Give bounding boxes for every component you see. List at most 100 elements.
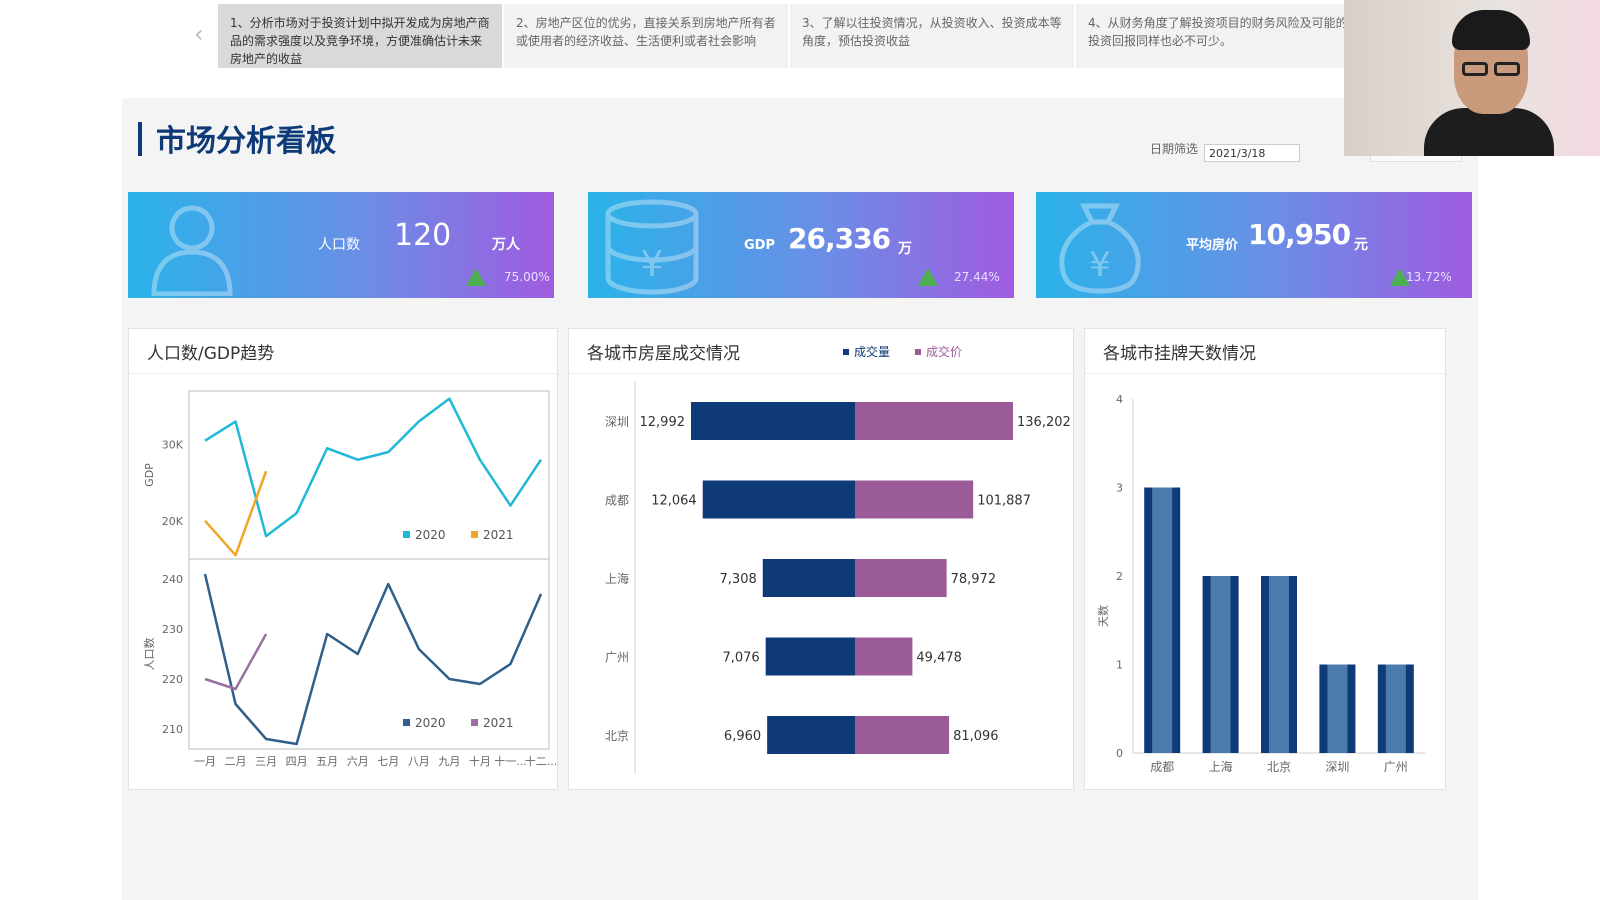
- x-tick-label: 一月: [194, 755, 216, 768]
- x-tick-label: 上海: [1209, 759, 1233, 774]
- bar-volume-北京: [767, 716, 855, 754]
- kpi-unit: 元: [1354, 237, 1368, 253]
- money-bag-icon: ¥: [1059, 203, 1141, 294]
- kpi-unit: 万人: [492, 237, 520, 253]
- glasses-right: [1494, 62, 1520, 76]
- data-label-price: 101,887: [977, 494, 1031, 509]
- x-tick-label: 三月: [255, 755, 277, 768]
- category-label: 成都: [605, 494, 629, 508]
- data-label-price: 136,202: [1017, 415, 1071, 430]
- x-tick-label: 二月: [225, 755, 247, 768]
- trend-chart: 20K 30K GDP 2020 2021 210 220 230 240 人口数 2020 2021…: [143, 390, 558, 768]
- legend-label: 成交价: [926, 344, 962, 359]
- x-tick-label: 十二...: [525, 754, 558, 768]
- tab-strip: 1、分析市场对于投资计划中拟开发成为房地产商品的需求强度以及竞争环境，方便准确估…: [218, 4, 1362, 68]
- bar-price-北京: [855, 716, 950, 754]
- data-label-price: 78,972: [951, 572, 997, 587]
- series-line-2020: [204, 397, 543, 538]
- bar-highlight: [1269, 576, 1289, 753]
- bar-price-成都: [855, 480, 974, 519]
- y-tick-label: 30K: [162, 438, 184, 451]
- kpi-label: 人口数: [318, 237, 360, 253]
- deals-chart: 成交量 成交价深圳 12,992 136,202 成都 12,064 101,887 上海 7,…: [605, 344, 1071, 773]
- category-label: 北京: [605, 729, 629, 743]
- svg-text:¥: ¥: [641, 244, 664, 285]
- legend-swatch: [471, 531, 478, 538]
- data-label-volume: 7,308: [720, 572, 757, 587]
- y-tick-label: 240: [162, 573, 183, 586]
- y-tick-label: 0: [1116, 747, 1123, 760]
- coin-stack-icon: ¥: [605, 199, 699, 295]
- legend-label: 2021: [483, 528, 514, 542]
- y-tick-label: 3: [1116, 482, 1123, 495]
- panel-trend: 人口数/GDP趋势 20K 30K GDP 2020 2021 210 220 230 240 人…: [128, 328, 558, 790]
- bar-volume-深圳: [691, 402, 855, 440]
- legend-label: 成交量: [854, 344, 890, 359]
- kpi-label: 平均房价: [1186, 238, 1239, 253]
- x-tick-label: 八月: [408, 755, 430, 768]
- x-tick-label: 十月: [469, 754, 491, 768]
- tab-1[interactable]: 1、分析市场对于投资计划中拟开发成为房地产商品的需求强度以及竞争环境，方便准确估…: [218, 4, 502, 68]
- presenter-shirt: [1424, 108, 1554, 156]
- series-line-2021: [204, 470, 268, 557]
- data-label-price: 81,096: [953, 729, 999, 744]
- kpi-change: 13.72%: [1406, 270, 1452, 284]
- listing-days-chart: 0 1 2 3 4 天数成都 上海 北京 深圳 广州: [1097, 393, 1425, 774]
- category-label: 深圳: [605, 415, 629, 429]
- bar-volume-上海: [762, 559, 855, 597]
- svg-text:¥: ¥: [1089, 245, 1111, 285]
- chevron-left-icon[interactable]: ‹: [194, 20, 204, 48]
- y-axis-label: 天数: [1097, 605, 1110, 627]
- y-tick-label: 20K: [162, 515, 184, 528]
- data-label-volume: 12,064: [651, 494, 697, 509]
- y-tick-label: 1: [1116, 659, 1123, 672]
- y-tick-label: 230: [162, 623, 183, 636]
- kpi-label: GDP: [744, 238, 775, 253]
- legend-label: 2020: [415, 528, 446, 542]
- x-tick-label: 九月: [438, 755, 460, 768]
- x-tick-label: 六月: [347, 755, 369, 768]
- y-axis-label: GDP: [143, 463, 156, 487]
- page-title: 市场分析看板: [156, 124, 336, 159]
- kpi-unit: 万: [898, 241, 912, 257]
- data-label-volume: 7,076: [722, 651, 759, 666]
- tab-4[interactable]: 4、从财务角度了解投资项目的财务风险及可能的投资回报同样也必不可少。: [1076, 4, 1360, 68]
- bar-price-上海: [855, 559, 947, 597]
- kpi-card-avg-price: ¥ 平均房价 10,950 元 13.72%: [1036, 192, 1472, 298]
- tab-3[interactable]: 3、了解以往投资情况，从投资收入、投资成本等角度，预估投资收益: [790, 4, 1074, 68]
- kpi-card-gdp: ¥ GDP 26,336 万 27.44%: [588, 192, 1014, 298]
- series-line-2021: [204, 633, 268, 691]
- up-arrow-icon: [918, 268, 938, 286]
- x-tick-label: 四月: [286, 755, 308, 768]
- kpi-change: 75.00%: [504, 270, 550, 284]
- tab-2[interactable]: 2、房地产区位的优劣，直接关系到房地产所有者或使用者的经济收益、生活便利或者社会…: [504, 4, 788, 68]
- legend-swatch: [471, 719, 478, 726]
- x-tick-label: 成都: [1150, 760, 1174, 774]
- kpi-value: 120: [394, 218, 452, 253]
- bar-price-深圳: [855, 402, 1013, 440]
- legend-swatch: [843, 349, 849, 355]
- date-filter-input[interactable]: 2021/3/18: [1204, 144, 1300, 162]
- bar-price-广州: [855, 637, 913, 676]
- x-tick-label: 七月: [377, 755, 399, 768]
- bar-volume-广州: [765, 637, 855, 676]
- bar-highlight: [1210, 576, 1231, 753]
- x-tick-label: 北京: [1267, 760, 1291, 774]
- dashboard: 市场分析看板 日期筛选 2021/3/18 人口数 120 万人 75.00% …: [122, 98, 1478, 900]
- data-label-price: 49,478: [916, 651, 962, 666]
- legend-swatch: [915, 349, 921, 355]
- kpi-value: 10,950: [1248, 218, 1351, 251]
- bar-volume-成都: [702, 480, 855, 519]
- category-label: 广州: [605, 651, 629, 665]
- webcam-overlay: [1344, 0, 1600, 156]
- glasses-left: [1462, 62, 1488, 76]
- bar-highlight: [1152, 487, 1173, 753]
- title-accent-bar: [138, 122, 142, 156]
- y-tick-label: 220: [162, 673, 183, 686]
- user-icon: [151, 205, 233, 296]
- legend-swatch: [403, 719, 410, 726]
- bar-highlight: [1385, 664, 1406, 753]
- bar-highlight: [1327, 664, 1348, 753]
- legend-label: 2021: [483, 716, 514, 730]
- kpi-card-population: 人口数 120 万人 75.00%: [128, 192, 554, 298]
